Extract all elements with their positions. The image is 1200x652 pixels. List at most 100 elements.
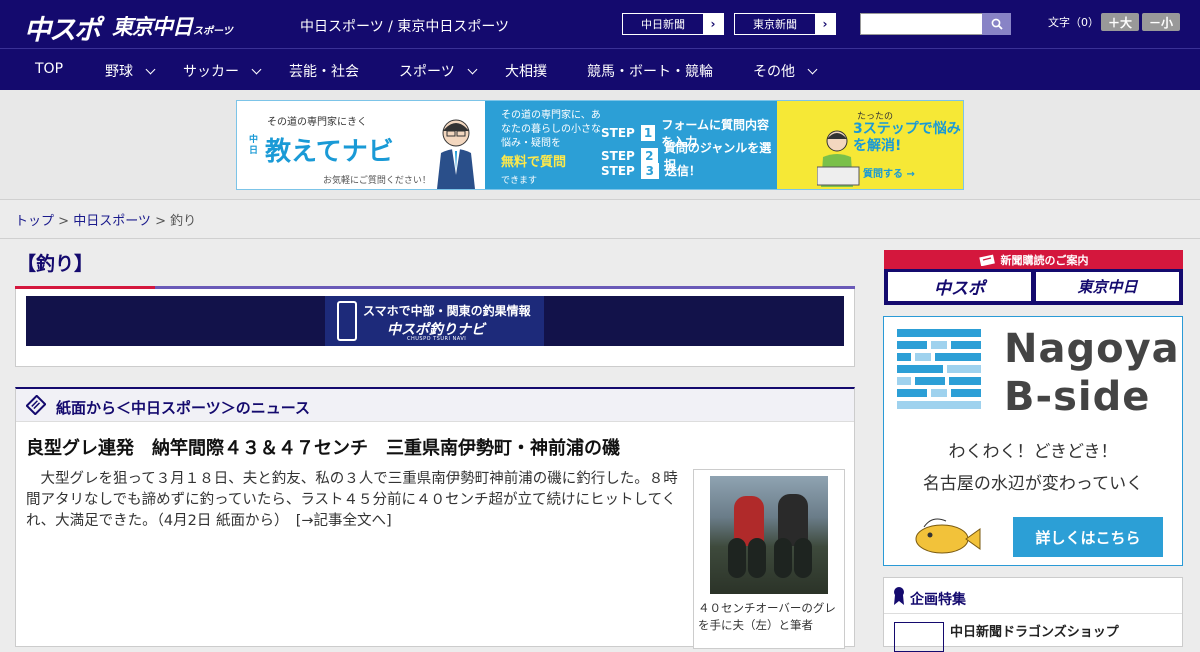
step-label: STEP (601, 163, 635, 178)
chevron-right-icon: › (703, 14, 723, 34)
nav-item-label: スポーツ (399, 64, 455, 80)
bricks-logo-icon (897, 329, 981, 409)
subscription-box: 新聞購読のご案内 中スポ 東京中日 (884, 250, 1183, 305)
nav-item-label: 大相撲 (505, 64, 547, 80)
subscription-heading: 新聞購読のご案内 (884, 250, 1183, 269)
news-box: 紙面から＜中日スポーツ＞のニュース 良型グレ連発 納竿間際４３＆４７センチ 三重… (15, 387, 855, 649)
nagoya-bside-ad[interactable]: Nagoya B-side わくわく！どきどき！ 名古屋の水辺が変わっていく 詳し… (883, 316, 1183, 566)
dragons-shop-thumbnail[interactable] (894, 622, 944, 652)
chunichi-shimbun-label: 中日新聞 (641, 18, 685, 31)
photo-caption: ４０センチオーバーのグレを手に夫（左）と筆者 (698, 601, 836, 632)
tsuri-navi-banner-center: スマホで中部・関東の釣果情報 中スポ釣りナビ CHUSPO TSURI NAVI (325, 296, 544, 346)
font-size-increase-button[interactable]: ＋大 (1101, 13, 1139, 31)
article-photo[interactable] (710, 476, 828, 594)
ad-step: STEP 3 送信！ (601, 162, 701, 179)
ad-mid-panel: その道の専門家に、あなたの暮らしの小さな悩み・疑問を 無料で質問 できます ST… (485, 101, 777, 189)
nav-item-label: 芸能・社会 (289, 64, 359, 80)
chevron-down-icon (251, 64, 262, 74)
step-label: STEP (601, 126, 635, 140)
ad-mid-text: その道の専門家に、あなたの暮らしの小さな悩み・疑問を (501, 110, 601, 149)
site-names: 中日スポーツ / 東京中日スポーツ (300, 19, 510, 35)
article-title-link[interactable]: 良型グレ連発 納竿間際４３＆４７センチ 三重県南伊勢町・神前浦の磯 (26, 434, 620, 460)
chevron-right-icon: › (815, 14, 835, 34)
chuspo-logo[interactable]: 中スポ (24, 8, 101, 47)
photo-fish (774, 538, 792, 578)
ad-mid-highlight: 無料で質問 (501, 155, 567, 170)
nav-item-soccer[interactable]: サッカー (183, 61, 262, 81)
article-photo-box: ４０センチオーバーのグレを手に夫（左）と筆者 (693, 469, 845, 649)
bside-details-button[interactable]: 詳しくはこちら (1013, 517, 1163, 557)
navi-banner-line3: CHUSPO TSURI NAVI (407, 336, 467, 342)
breadcrumb-home-link[interactable]: トップ (15, 214, 54, 229)
subscription-heading-text: 新聞購読のご案内 (1000, 253, 1089, 267)
breadcrumb-current: 釣り (170, 214, 197, 229)
ad-left-top-text: その道の専門家にきく (267, 117, 367, 128)
special-features-header: 企画特集 (884, 578, 1182, 614)
subscribe-chuspo-button[interactable]: 中スポ (888, 272, 1031, 301)
oshiete-navi-ad[interactable]: その道の専門家にきく 中日 教えてナビ お気軽にご質問ください！ その道の専門家… (236, 100, 964, 190)
nav-item-baseball[interactable]: 野球 (105, 61, 156, 81)
navi-banner-line1: スマホで中部・関東の釣果情報 (363, 304, 531, 318)
nav-item-label: その他 (753, 64, 795, 80)
special-features-heading: 企画特集 (910, 592, 966, 608)
breadcrumb-section-link[interactable]: 中日スポーツ (73, 214, 151, 229)
fish-mascot-icon (915, 518, 981, 554)
ad-right-panel: たったの 3ステップで悩みを解消! 質問する → (777, 101, 963, 189)
news-heading-bar: 紙面から＜中日スポーツ＞のニュース (16, 389, 854, 422)
page-title: 【釣り】 (17, 253, 94, 275)
photo-fish (748, 538, 766, 578)
tokyo-shimbun-label: 東京新聞 (753, 18, 797, 31)
ad-left-prefix: 中日 (249, 135, 259, 156)
ad-band: その道の専門家にきく 中日 教えてナビ お気軽にご質問ください！ その道の専門家… (0, 90, 1200, 200)
divider (0, 238, 1200, 239)
step-number: 3 (640, 162, 659, 179)
main-nav: TOP 野球 サッカー 芸能・社会 スポーツ 大相撲 競馬・ボート・競輪 その他 (0, 48, 1200, 90)
search-button[interactable] (982, 13, 1011, 35)
ad-mid-bottom: できます (501, 176, 538, 186)
step-text: 送信！ (664, 164, 701, 178)
advisor-illustration-icon (437, 119, 475, 189)
photo-fish (794, 538, 812, 578)
newspaper-icon (26, 395, 46, 415)
ad-right-cta: 質問する → (863, 169, 915, 180)
chunichi-shimbun-link[interactable]: 中日新聞 › (622, 13, 724, 35)
top-header: 中スポ 東京中日スポーツ 中日スポーツ / 東京中日スポーツ 中日新聞 › 東京… (0, 0, 1200, 48)
search-icon (991, 18, 1003, 30)
font-size-decrease-button[interactable]: －小 (1142, 13, 1180, 31)
tokyo-chunichi-logo-text: 東京中日 (112, 15, 193, 39)
nav-item-label: TOP (35, 61, 64, 77)
breadcrumb-separator: > (155, 214, 171, 229)
ad-right-title: 3ステップで悩みを解消! (853, 121, 961, 154)
read-more-link[interactable]: [→記事全文へ] (296, 513, 392, 529)
tokyo-chunichi-logo[interactable]: 東京中日スポーツ (112, 11, 233, 41)
nav-item-other[interactable]: その他 (753, 61, 818, 81)
special-features-box: 企画特集 中日新聞ドラゴンズショップ (883, 577, 1183, 652)
ad-left-title: 教えてナビ (265, 137, 394, 167)
nav-item-sports[interactable]: スポーツ (399, 61, 478, 81)
bside-title-line1: Nagoya (1004, 326, 1180, 372)
nav-item-label: サッカー (183, 64, 239, 80)
tsuri-navi-banner[interactable]: スマホで中部・関東の釣果情報 中スポ釣りナビ CHUSPO TSURI NAVI (26, 296, 844, 346)
bside-title: Nagoya B-side (1004, 325, 1180, 421)
chevron-down-icon (145, 64, 156, 74)
tokyo-shimbun-link[interactable]: 東京新聞 › (734, 13, 836, 35)
tsuri-navi-box: スマホで中部・関東の釣果情報 中スポ釣りナビ CHUSPO TSURI NAVI (15, 289, 855, 367)
font-size-label: 文字（0） (1048, 16, 1099, 29)
bside-tagline-2: 名古屋の水辺が変わっていく (922, 474, 1144, 494)
subscribe-tokyo-chunichi-button[interactable]: 東京中日 (1036, 272, 1179, 301)
search-input[interactable] (860, 13, 983, 35)
ribbon-icon (894, 587, 904, 605)
article-body: 大型グレを狙って３月１８日、夫と釣友、私の３人で三重県南伊勢町神前浦の磯に釣行し… (26, 469, 686, 532)
nav-item-racing[interactable]: 競馬・ボート・競輪 (587, 61, 713, 81)
nav-item-entertainment[interactable]: 芸能・社会 (289, 61, 359, 81)
breadcrumb: トップ > 中日スポーツ > 釣り (15, 210, 196, 229)
ad-left-bottom-text: お気軽にご質問ください！ (323, 176, 431, 186)
nav-item-label: 野球 (105, 64, 133, 80)
ad-left-panel: その道の専門家にきく 中日 教えてナビ お気軽にご質問ください！ (237, 101, 485, 189)
dragons-shop-link[interactable]: 中日新聞ドラゴンズショップ (950, 621, 1119, 640)
step-label: STEP (601, 149, 635, 163)
news-heading: 紙面から＜中日スポーツ＞のニュース (56, 399, 310, 417)
nav-item-top[interactable]: TOP (35, 61, 63, 77)
nav-item-sumo[interactable]: 大相撲 (505, 61, 547, 81)
bside-tagline-1: わくわく！どきどき！ (948, 442, 1118, 462)
